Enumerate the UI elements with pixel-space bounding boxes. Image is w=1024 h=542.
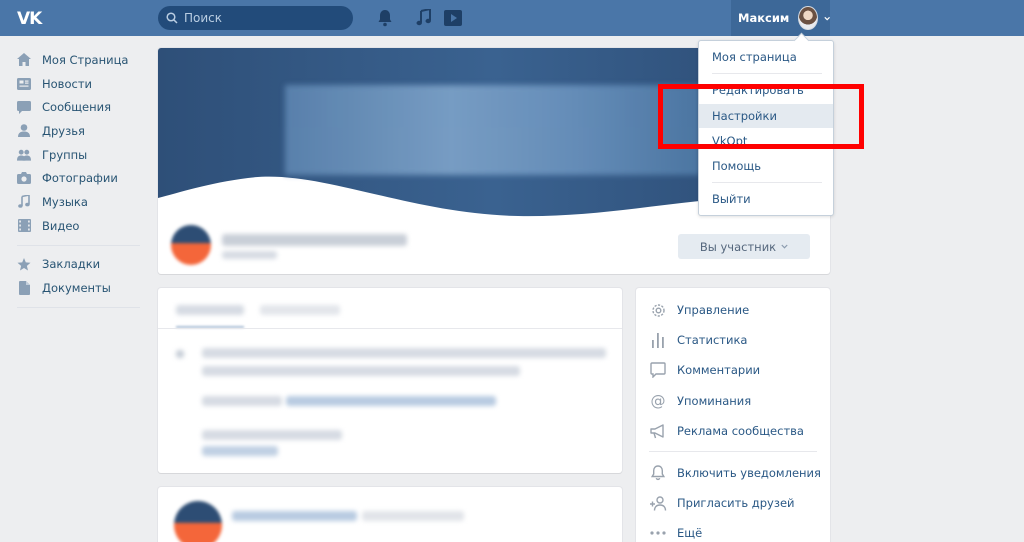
messages-icon bbox=[17, 100, 31, 114]
tab-blurred bbox=[260, 305, 340, 315]
panel-divider bbox=[649, 451, 817, 452]
cover-text-blurred bbox=[285, 85, 700, 175]
nav-item-music[interactable]: Музыка bbox=[17, 190, 141, 214]
group-status-blurred bbox=[222, 251, 277, 259]
nav-label: Музыка bbox=[42, 194, 88, 209]
nav-item-video[interactable]: Видео bbox=[17, 214, 141, 238]
action-label: Включить уведомления bbox=[677, 466, 821, 480]
nav-item-documents[interactable]: Документы bbox=[17, 276, 141, 300]
action-label: Пригласить друзей bbox=[677, 496, 795, 510]
action-label: Статистика bbox=[677, 333, 748, 347]
group-name-blurred bbox=[222, 234, 407, 246]
menu-item-my-page[interactable]: Моя страница bbox=[699, 45, 833, 69]
news-icon bbox=[17, 77, 31, 91]
action-comments[interactable]: Комментарии bbox=[636, 356, 830, 384]
menu-item-help[interactable]: Помощь bbox=[699, 154, 833, 178]
nav-label: Моя Страница bbox=[42, 52, 129, 67]
groups-icon bbox=[17, 148, 31, 162]
search-box[interactable] bbox=[158, 6, 353, 30]
add-user-icon bbox=[649, 494, 667, 512]
profile-menu-button[interactable]: Максим bbox=[731, 0, 830, 36]
post-author-blurred bbox=[232, 511, 357, 521]
group-actions-panel: Управление Статистика Комментарии @ Упом… bbox=[636, 288, 830, 542]
action-mentions[interactable]: @ Упоминания bbox=[636, 387, 830, 415]
action-advertise[interactable]: Реклама сообщества bbox=[636, 417, 830, 445]
action-invite-friends[interactable]: Пригласить друзей bbox=[636, 489, 830, 517]
search-input[interactable] bbox=[184, 11, 334, 25]
avatar bbox=[798, 6, 818, 30]
member-button[interactable]: Вы участник bbox=[678, 234, 810, 259]
group-avatar[interactable] bbox=[171, 225, 211, 265]
post-link-blurred bbox=[202, 446, 278, 456]
nav-item-groups[interactable]: Группы bbox=[17, 143, 141, 167]
nav-item-messages[interactable]: Сообщения bbox=[17, 95, 141, 119]
nav-item-my-page[interactable]: Моя Страница bbox=[17, 48, 141, 72]
nav-item-friends[interactable]: Друзья bbox=[17, 119, 141, 143]
nav-item-photos[interactable]: Фотографии bbox=[17, 166, 141, 190]
action-statistics[interactable]: Статистика bbox=[636, 326, 830, 354]
comment-icon bbox=[649, 361, 667, 379]
friend-icon bbox=[17, 124, 31, 138]
gear-icon bbox=[649, 301, 667, 319]
nav-label: Фотографии bbox=[42, 171, 118, 186]
document-icon bbox=[17, 281, 31, 296]
more-icon bbox=[649, 524, 667, 542]
nav-label: Видео bbox=[42, 218, 80, 233]
post-meta-blurred bbox=[362, 511, 464, 521]
action-label: Упоминания bbox=[677, 394, 752, 408]
nav-label: Группы bbox=[42, 147, 88, 162]
user-name: Максим bbox=[738, 11, 790, 25]
nav-label: Документы bbox=[42, 281, 111, 296]
post-text-blurred bbox=[202, 348, 606, 358]
nav-item-bookmarks[interactable]: Закладки bbox=[17, 253, 141, 277]
post-link-blurred bbox=[286, 396, 496, 406]
nav-label: Закладки bbox=[42, 257, 101, 272]
post-card bbox=[158, 487, 622, 542]
action-manage[interactable]: Управление bbox=[636, 296, 830, 324]
member-button-label: Вы участник bbox=[699, 239, 777, 254]
pin-icon-blurred bbox=[176, 350, 184, 358]
camera-icon bbox=[17, 171, 31, 185]
bell-icon bbox=[649, 464, 667, 482]
post-author-avatar bbox=[174, 501, 222, 542]
chevron-down-icon bbox=[781, 244, 788, 249]
mention-icon: @ bbox=[650, 392, 666, 410]
bell-icon[interactable] bbox=[377, 9, 393, 27]
stats-icon bbox=[649, 331, 667, 349]
play-icon[interactable] bbox=[444, 10, 462, 26]
highlight-box bbox=[658, 84, 864, 149]
search-icon bbox=[166, 12, 178, 24]
star-icon bbox=[17, 257, 31, 271]
post-text-blurred bbox=[202, 366, 520, 376]
divider bbox=[158, 328, 622, 329]
post-text-blurred bbox=[202, 396, 282, 406]
action-enable-notifications[interactable]: Включить уведомления bbox=[636, 459, 830, 487]
top-bar: VK Максим bbox=[0, 0, 1024, 36]
chevron-down-icon bbox=[824, 16, 830, 21]
action-label: Управление bbox=[677, 303, 750, 317]
action-more[interactable]: Ещё bbox=[636, 519, 830, 542]
vk-logo[interactable]: VK bbox=[17, 9, 42, 29]
action-label: Ещё bbox=[677, 526, 703, 540]
nav-divider bbox=[17, 306, 140, 308]
action-label: Комментарии bbox=[677, 363, 761, 377]
menu-divider bbox=[712, 182, 822, 183]
nav-item-news[interactable]: Новости bbox=[17, 72, 141, 96]
menu-item-logout[interactable]: Выйти bbox=[699, 187, 833, 211]
megaphone-icon bbox=[649, 422, 667, 440]
action-label: Реклама сообщества bbox=[677, 424, 804, 438]
post-text-blurred bbox=[202, 430, 342, 440]
wall-card bbox=[158, 288, 622, 473]
tab-blurred bbox=[176, 305, 244, 315]
menu-divider bbox=[712, 73, 822, 74]
video-icon bbox=[17, 219, 31, 233]
home-icon bbox=[17, 53, 31, 67]
left-navigation: Моя Страница Новости Сообщения Друзья Гр… bbox=[17, 48, 141, 315]
nav-label: Новости bbox=[42, 76, 92, 91]
music-icon[interactable] bbox=[416, 9, 432, 27]
music-icon bbox=[17, 195, 31, 209]
nav-divider bbox=[17, 244, 140, 246]
nav-label: Сообщения bbox=[42, 100, 112, 115]
nav-label: Друзья bbox=[42, 123, 85, 138]
